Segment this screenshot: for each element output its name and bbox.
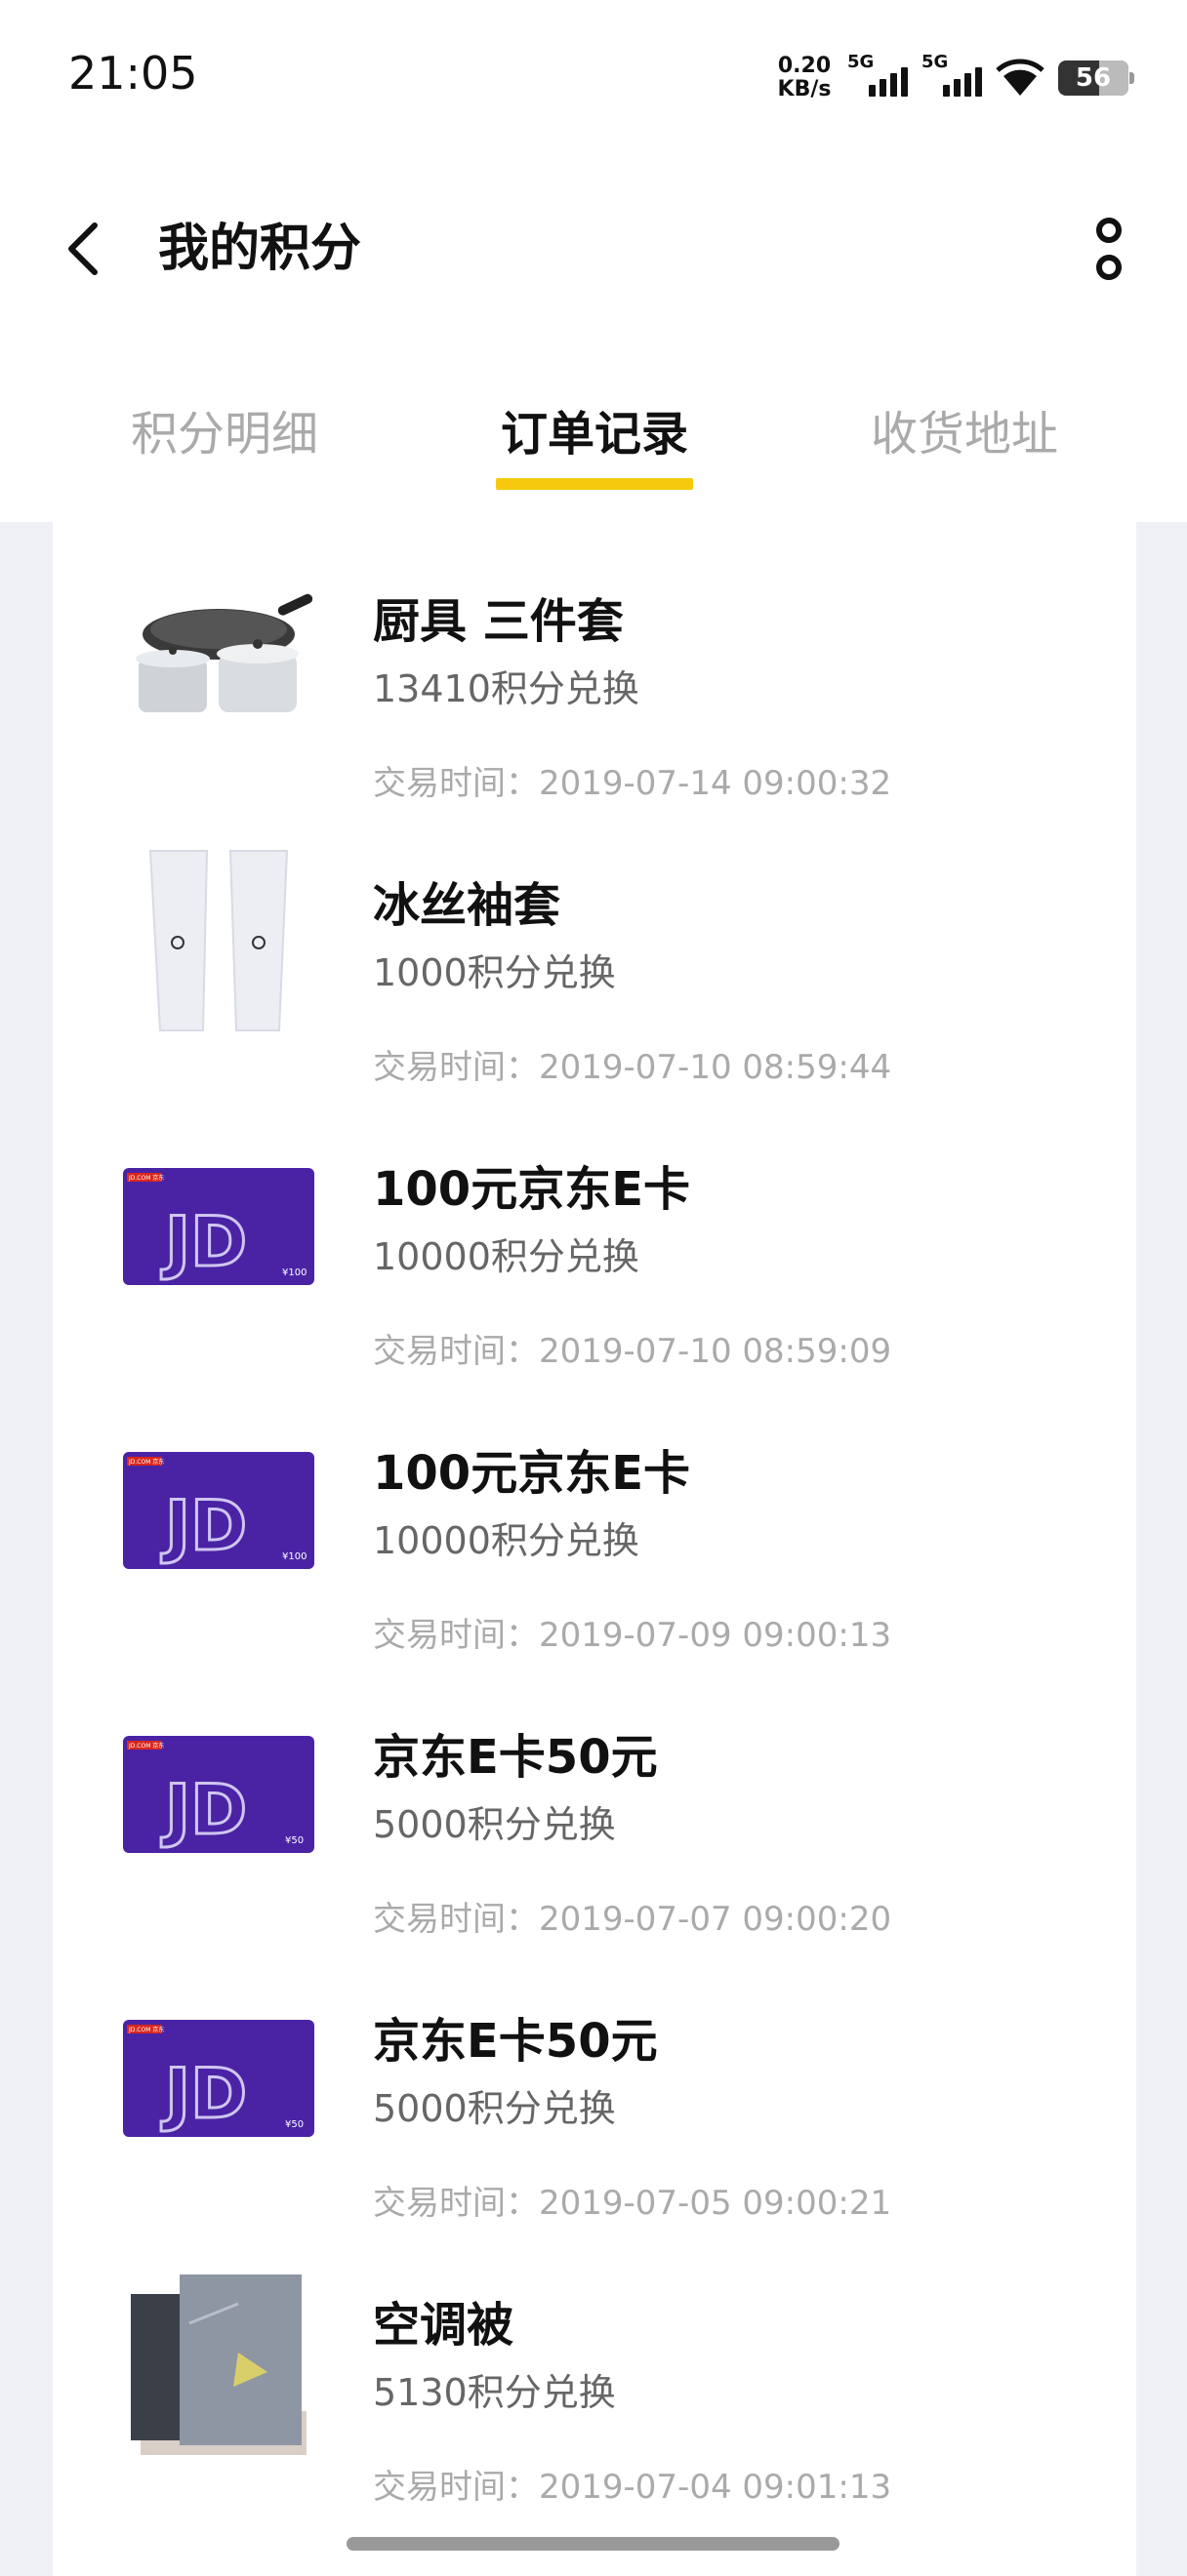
- order-item-time: 交易时间：2019-07-14 09:00:32: [373, 764, 892, 803]
- svg-text:JD: JD: [161, 2054, 247, 2134]
- svg-text:JD: JD: [161, 1770, 247, 1850]
- card-value: ¥50: [285, 2119, 304, 2130]
- card-brand: JD.COM 京东: [128, 1742, 164, 1750]
- order-item-points: 5130积分兑换: [373, 2371, 616, 2414]
- order-item-time: 交易时间：2019-07-05 09:00:21: [373, 2184, 892, 2223]
- network-speed: 0.20 KB/s: [775, 55, 834, 101]
- cookware-image: [136, 593, 313, 712]
- card-brand: JD.COM 京东: [128, 1458, 164, 1466]
- order-item[interactable]: 厨具 三件套 13410积分兑换 交易时间：2019-07-14 09:00:3…: [53, 522, 1136, 806]
- tab-active-indicator: [496, 478, 693, 490]
- tab-order-records[interactable]: 订单记录: [496, 400, 693, 490]
- status-time: 21:05: [68, 47, 198, 100]
- tab-label: 收货地址: [870, 407, 1058, 462]
- order-item[interactable]: JD.COM 京东 JD ¥50 京东E卡50元 5000积分兑换 交易时间：2…: [53, 1658, 1136, 1942]
- order-item-name: 空调被: [373, 2298, 514, 2353]
- order-item[interactable]: JD.COM 京东 JD ¥50 京东E卡50元 5000积分兑换 交易时间：2…: [53, 1942, 1136, 2226]
- battery-icon: 56: [1058, 60, 1134, 96]
- order-item-time: 交易时间：2019-07-07 09:00:20: [373, 1900, 892, 1939]
- chevron-left-icon: [68, 222, 98, 275]
- order-item-name: 京东E卡50元: [373, 1730, 658, 1785]
- network-speed-unit: KB/s: [777, 77, 832, 101]
- card-brand: JD.COM 京东: [128, 2026, 164, 2033]
- order-item[interactable]: JD.COM 京东 JD ¥100 100元京东E卡 10000积分兑换 交易时…: [53, 1090, 1136, 1374]
- svg-text:JD: JD: [161, 1486, 247, 1566]
- battery-level: 56: [1075, 63, 1112, 93]
- order-item[interactable]: 冰丝袖套 1000积分兑换 交易时间：2019-07-10 08:59:44: [53, 806, 1136, 1090]
- order-list: 厨具 三件套 13410积分兑换 交易时间：2019-07-14 09:00:3…: [53, 522, 1136, 2576]
- top-area: 21:05 0.20 KB/s 5G 5G 56 我的积分 积分明细 订单记录 …: [0, 0, 1187, 522]
- tab-shipping-address[interactable]: 收货地址: [867, 400, 1062, 488]
- order-item-time: 交易时间：2019-07-10 08:59:44: [373, 1048, 892, 1087]
- order-item-points: 1000积分兑换: [373, 951, 616, 994]
- tab-bar: 积分明细 订单记录 收货地址: [0, 390, 1187, 498]
- order-item-name: 京东E卡50元: [373, 2014, 658, 2069]
- order-item[interactable]: 空调被 5130积分兑换 交易时间：2019-07-04 09:01:13: [53, 2226, 1136, 2510]
- signal-icon: 5G: [921, 52, 982, 102]
- order-item-time: 交易时间：2019-07-09 09:00:13: [373, 1616, 892, 1655]
- card-value: ¥50: [285, 1835, 304, 1846]
- more-button[interactable]: [1070, 205, 1148, 293]
- back-button[interactable]: [49, 215, 117, 283]
- tab-label: 积分明细: [130, 407, 318, 462]
- card-value: ¥100: [282, 1268, 307, 1278]
- jd-card-image: JD.COM 京东 JD ¥100: [123, 1452, 314, 1569]
- more-vertical-icon: [1096, 218, 1122, 243]
- page-title: 我的积分: [158, 220, 362, 278]
- nav-bar: 我的积分: [0, 185, 1187, 312]
- order-item-name: 冰丝袖套: [373, 878, 561, 933]
- order-item-points: 10000积分兑换: [373, 1235, 639, 1278]
- sleeves-image: [148, 850, 289, 1031]
- order-item-points: 10000积分兑换: [373, 1519, 639, 1562]
- order-item-points: 5000积分兑换: [373, 2087, 616, 2130]
- order-item-name: 100元京东E卡: [373, 1446, 690, 1501]
- card-brand: JD.COM 京东: [128, 1174, 164, 1182]
- order-item-points: 5000积分兑换: [373, 1803, 616, 1846]
- card-value: ¥100: [282, 1551, 307, 1562]
- status-icons: 0.20 KB/s 5G 5G 56: [775, 49, 1134, 107]
- svg-text:JD: JD: [161, 1202, 247, 1282]
- order-item-name: 100元京东E卡: [373, 1162, 690, 1217]
- jd-card-image: JD.COM 京东 JD ¥50: [123, 2020, 314, 2137]
- tab-label: 订单记录: [500, 407, 688, 462]
- signal-icon: 5G: [847, 52, 908, 102]
- tab-points-detail[interactable]: 积分明细: [127, 400, 322, 488]
- jd-card-image: JD.COM 京东 JD ¥100: [123, 1168, 314, 1285]
- status-bar: 21:05 0.20 KB/s 5G 5G 56: [0, 0, 1187, 156]
- order-item-points: 13410积分兑换: [373, 667, 639, 710]
- network-speed-value: 0.20: [777, 54, 832, 78]
- wifi-icon: [996, 59, 1044, 96]
- order-item-time: 交易时间：2019-07-04 09:01:13: [373, 2468, 892, 2507]
- order-item[interactable]: JD.COM 京东 JD ¥100 100元京东E卡 10000积分兑换 交易时…: [53, 1374, 1136, 1658]
- home-indicator[interactable]: [347, 2537, 839, 2551]
- order-item-name: 厨具 三件套: [373, 594, 624, 649]
- order-item-time: 交易时间：2019-07-10 08:59:09: [373, 1332, 892, 1371]
- jd-card-image: JD.COM 京东 JD ¥50: [123, 1736, 314, 1853]
- quilt-image: [131, 2274, 307, 2455]
